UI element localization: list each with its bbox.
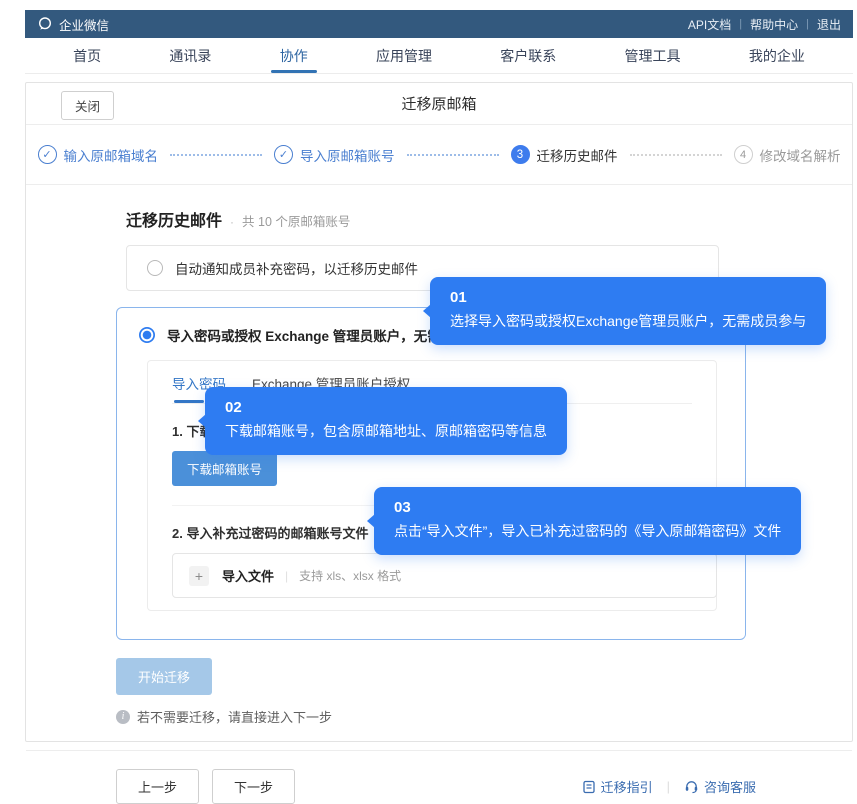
close-button[interactable]: 关闭 <box>61 91 114 120</box>
section-title-row: 迁移历史邮件 · 共 10 个原邮箱账号 <box>126 207 817 231</box>
footer-nav-buttons: 上一步 下一步 <box>116 769 295 804</box>
step-4-modify-dns: 4 修改域名解析 <box>734 145 841 165</box>
import-separator: | <box>285 569 288 583</box>
step-connector <box>407 154 499 156</box>
brand-name: 企业微信 <box>59 15 109 34</box>
radio-unchecked-icon[interactable] <box>147 260 163 276</box>
api-docs-link[interactable]: API文档 <box>688 16 731 33</box>
footer-separator: | <box>667 779 670 794</box>
option-auto-notify-label: 自动通知成员补充密码，以迁移历史邮件 <box>175 258 418 278</box>
account-count: 共 10 个原邮箱账号 <box>242 211 350 230</box>
step-3-label: 迁移历史邮件 <box>537 145 618 165</box>
panel-header: 关闭 迁移原邮箱 <box>26 83 852 125</box>
section-dot: · <box>230 215 234 229</box>
logout-link[interactable]: 退出 <box>817 16 841 33</box>
section-title: 迁移历史邮件 <box>126 207 222 231</box>
headset-icon <box>684 779 699 794</box>
guide-tooltip-1-text: 选择导入密码或授权Exchange管理员账户，无需成员参与 <box>450 311 806 332</box>
panel-content: 迁移历史邮件 · 共 10 个原邮箱账号 自动通知成员补充密码，以迁移历史邮件 … <box>26 185 852 726</box>
footer-links: 迁移指引 | 咨询客服 <box>582 777 756 796</box>
topbar-links: API文档 | 帮助中心 | 退出 <box>688 16 841 33</box>
skip-note: 若不需要迁移，请直接进入下一步 <box>137 707 332 726</box>
step-1-check-icon: ✓ <box>38 145 57 164</box>
download-accounts-button[interactable]: 下载邮箱账号 <box>172 451 277 486</box>
step-2-check-icon: ✓ <box>274 145 293 164</box>
nav-tab-contacts[interactable]: 通讯录 <box>165 38 215 73</box>
note-row: i 若不需要迁移，请直接进入下一步 <box>116 707 817 726</box>
brand: 企业微信 <box>37 15 109 34</box>
contact-support-link[interactable]: 咨询客服 <box>684 777 756 796</box>
wechat-work-logo-icon <box>37 16 53 32</box>
panel-footer: 上一步 下一步 迁移指引 | <box>26 751 852 804</box>
topbar-separator: | <box>739 18 742 30</box>
plus-icon: + <box>189 566 209 586</box>
document-icon <box>582 780 596 794</box>
guide-tooltip-3-number: 03 <box>394 498 781 518</box>
step-3-migrate-history: 3 迁移历史邮件 <box>511 145 618 165</box>
topbar-separator: | <box>806 18 809 30</box>
nav-tab-collaboration[interactable]: 协作 <box>276 38 312 73</box>
guide-tooltip-1-number: 01 <box>450 288 806 308</box>
app-window: 企业微信 API文档 | 帮助中心 | 退出 首页 通讯录 协作 应用管理 客户… <box>25 10 853 742</box>
page-title: 迁移原邮箱 <box>401 93 476 114</box>
step-connector <box>630 154 722 156</box>
nav-tab-my-company[interactable]: 我的企业 <box>745 38 809 73</box>
step-indicator: ✓ 输入原邮箱域名 ✓ 导入原邮箱账号 3 迁移历史邮件 4 修改域名解析 <box>26 125 852 185</box>
step-2-import-accounts: ✓ 导入原邮箱账号 <box>274 145 395 165</box>
option-import-password-card: 导入密码或授权 Exchange 管理员账户，无需成员参与 导入密码 Excha… <box>116 307 746 640</box>
step-4-label: 修改域名解析 <box>760 145 841 165</box>
step-4-number: 4 <box>734 145 753 164</box>
migration-guide-link[interactable]: 迁移指引 <box>582 777 653 796</box>
next-step-button[interactable]: 下一步 <box>212 769 295 804</box>
previous-step-button[interactable]: 上一步 <box>116 769 199 804</box>
info-icon: i <box>116 710 130 724</box>
topbar: 企业微信 API文档 | 帮助中心 | 退出 <box>25 10 853 38</box>
step-connector <box>170 154 262 156</box>
guide-tooltip-2: 02 下载邮箱账号，包含原邮箱地址、原邮箱密码等信息 <box>205 387 567 455</box>
guide-tooltip-2-number: 02 <box>225 398 547 418</box>
nav-tab-customer-contact[interactable]: 客户联系 <box>496 38 560 73</box>
migration-guide-label: 迁移指引 <box>601 777 653 796</box>
step-1-label: 输入原邮箱域名 <box>64 145 159 165</box>
guide-tooltip-2-text: 下载邮箱账号，包含原邮箱地址、原邮箱密码等信息 <box>225 421 547 442</box>
nav-tab-home[interactable]: 首页 <box>69 38 105 73</box>
main-nav: 首页 通讯录 协作 应用管理 客户联系 管理工具 我的企业 <box>25 38 853 74</box>
import-file-dropzone[interactable]: + 导入文件 | 支持 xls、xlsx 格式 <box>172 553 717 598</box>
contact-support-label: 咨询客服 <box>704 777 756 796</box>
import-file-button[interactable]: 导入文件 <box>222 566 274 585</box>
guide-tooltip-3-text: 点击“导入文件”，导入已补充过密码的《导入原邮箱密码》文件 <box>394 521 781 542</box>
step-1-enter-domain: ✓ 输入原邮箱域名 <box>38 145 159 165</box>
help-center-link[interactable]: 帮助中心 <box>750 16 798 33</box>
start-migration-button[interactable]: 开始迁移 <box>116 658 212 695</box>
guide-tooltip-3: 03 点击“导入文件”，导入已补充过密码的《导入原邮箱密码》文件 <box>374 487 801 555</box>
nav-tab-management-tools[interactable]: 管理工具 <box>621 38 685 73</box>
radio-checked-icon[interactable] <box>139 327 155 343</box>
step-3-number: 3 <box>511 145 530 164</box>
import-format-hint: 支持 xls、xlsx 格式 <box>299 567 401 584</box>
nav-tab-app-management[interactable]: 应用管理 <box>372 38 436 73</box>
step-2-label: 导入原邮箱账号 <box>300 145 395 165</box>
guide-tooltip-1: 01 选择导入密码或授权Exchange管理员账户，无需成员参与 <box>430 277 826 345</box>
